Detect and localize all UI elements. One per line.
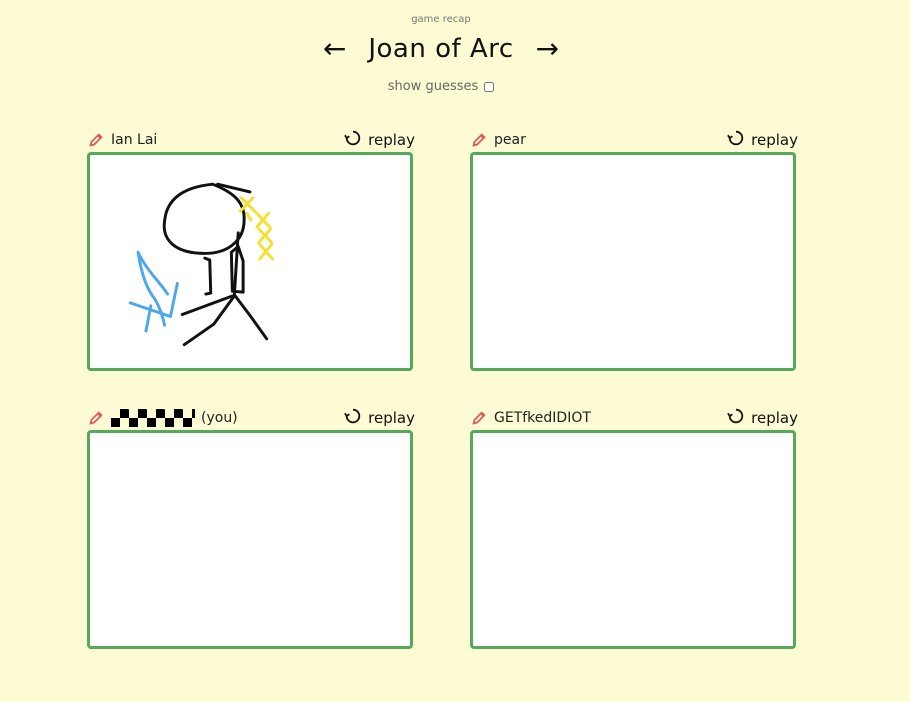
player-name: Ian Lai	[111, 132, 158, 148]
show-guesses-label: show guesses	[387, 79, 479, 94]
next-arrow-button[interactable]: →	[536, 35, 559, 63]
card-header: Ian Lai replay	[87, 128, 415, 152]
replay-button[interactable]: replay	[727, 407, 798, 429]
show-guesses-row: show guesses	[0, 79, 882, 94]
drawing-card-4: GETfkedIDIOT replay	[470, 406, 798, 656]
replay-label: replay	[368, 409, 415, 427]
replay-icon	[727, 129, 745, 151]
replay-label: replay	[368, 131, 415, 149]
drawing-canvas[interactable]	[470, 152, 796, 371]
player-info: pear	[470, 131, 526, 149]
redacted-player-name	[111, 409, 195, 427]
card-header: (you) replay	[87, 406, 415, 430]
player-info: (you)	[87, 409, 238, 427]
pencil-icon	[470, 409, 488, 427]
pencil-icon	[470, 131, 488, 149]
player-info: Ian Lai	[87, 131, 157, 149]
drawing-canvas[interactable]	[87, 152, 413, 371]
drawing-canvas[interactable]	[470, 430, 796, 649]
replay-label: replay	[751, 131, 798, 149]
replay-icon	[727, 407, 745, 429]
replay-button[interactable]: replay	[344, 129, 415, 151]
replay-icon	[344, 407, 362, 429]
replay-icon	[344, 129, 362, 151]
card-header: GETfkedIDIOT replay	[470, 406, 798, 430]
drawing-card-1: Ian Lai replay	[87, 128, 415, 378]
drawing-card-2: pear replay	[470, 128, 798, 378]
card-header: pear replay	[470, 128, 798, 152]
player-you-label: (you)	[201, 410, 238, 426]
title-row: ← Joan of Arc →	[0, 34, 882, 64]
page-title: Joan of Arc	[368, 34, 514, 64]
replay-button[interactable]: replay	[344, 407, 415, 429]
drawing-card-3: (you) replay	[87, 406, 415, 656]
pencil-icon	[87, 409, 105, 427]
player-name: pear	[494, 132, 526, 148]
player-name: GETfkedIDIOT	[494, 410, 591, 426]
show-guesses-checkbox[interactable]	[484, 81, 495, 92]
drawing-canvas[interactable]	[87, 430, 413, 649]
subtitle: game recap	[411, 14, 471, 25]
replay-label: replay	[751, 409, 798, 427]
replay-button[interactable]: replay	[727, 129, 798, 151]
pencil-icon	[87, 131, 105, 149]
player-info: GETfkedIDIOT	[470, 409, 591, 427]
prev-arrow-button[interactable]: ←	[323, 35, 346, 63]
